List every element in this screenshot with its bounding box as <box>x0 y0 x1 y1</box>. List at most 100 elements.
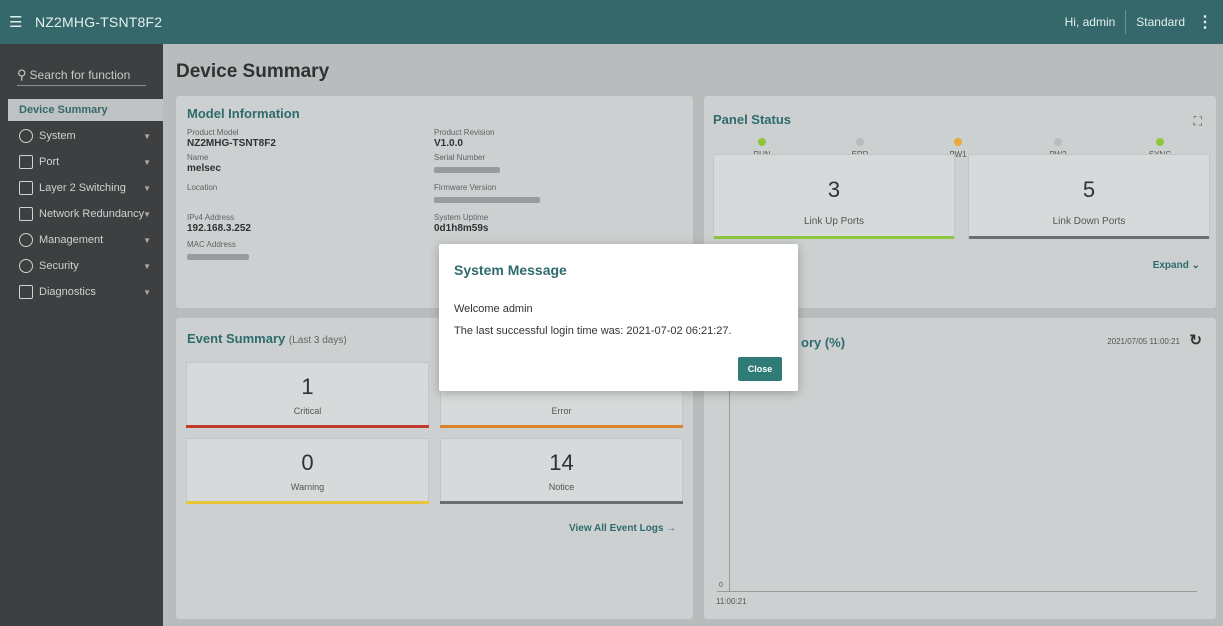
chevron-down-icon: ⌄ <box>1191 260 1200 271</box>
field-value: V1.0.0 <box>434 138 463 149</box>
led-indicator <box>954 138 962 146</box>
page-title: Device Summary <box>176 61 330 82</box>
firmware-version-field: Firmware Version <box>434 183 540 206</box>
fullscreen-icon[interactable]: ⛶ <box>1194 114 1202 129</box>
card-title: ory (%) <box>801 335 846 350</box>
event-critical-box[interactable]: 1 Critical <box>186 362 429 428</box>
link-up-label: Link Up Ports <box>803 216 865 227</box>
top-bar-right: Hi, admin Standard ⋮ <box>1055 0 1217 44</box>
sidebar-item-diagnostics[interactable]: Diagnostics ▼ <box>0 279 163 305</box>
field-value: melsec <box>187 163 221 174</box>
switch-icon <box>19 181 33 195</box>
search-input[interactable]: ⚲ Search for function <box>17 64 146 86</box>
field-label: System Uptime <box>434 213 489 222</box>
led-indicator <box>1054 138 1062 146</box>
sidebar-item-security[interactable]: Security ▼ <box>0 253 163 279</box>
chart-y-axis <box>729 356 730 591</box>
field-label: Product Revision <box>434 128 495 137</box>
expand-label: Expand <box>1152 260 1189 271</box>
event-label: Notice <box>548 482 575 492</box>
dialog-welcome-text: Welcome admin <box>454 303 533 315</box>
error-bar <box>440 425 683 428</box>
warning-bar <box>186 501 429 504</box>
more-options-icon[interactable]: ⋮ <box>1193 12 1217 32</box>
sidebar-item-label: Security <box>39 260 79 272</box>
mode-selector[interactable]: Standard <box>1126 15 1193 29</box>
chevron-down-icon: ▼ <box>143 131 151 141</box>
field-label: Location <box>187 183 218 192</box>
link-up-count: 3 <box>827 177 841 202</box>
sidebar-item-management[interactable]: Management ▼ <box>0 227 163 253</box>
sidebar-item-system[interactable]: System ▼ <box>0 123 163 149</box>
sidebar-item-device-summary[interactable]: Device Summary <box>8 99 163 121</box>
security-icon <box>19 259 33 273</box>
x-axis-tick-label: 11:00:21 <box>716 597 747 606</box>
product-revision-field: Product Revision V1.0.0 <box>434 128 494 149</box>
led-indicator <box>758 138 766 146</box>
link-up-ports-box[interactable]: 3 Link Up Ports <box>713 154 955 239</box>
link-down-count: 5 <box>1082 177 1096 202</box>
management-icon <box>19 233 33 247</box>
view-all-event-logs-link[interactable]: View All Event Logs → <box>569 523 676 534</box>
field-label: Product Model <box>187 128 239 137</box>
hamburger-menu-icon[interactable]: ☰ <box>9 13 35 31</box>
chart-x-axis <box>717 591 1197 592</box>
top-bar: ☰ NZ2MHG-TSNT8F2 Hi, admin Standard ⋮ <box>0 0 1223 44</box>
notice-bar <box>440 501 683 504</box>
diagnostics-icon <box>19 285 33 299</box>
mac-field: MAC Address <box>187 240 249 263</box>
port-icon <box>19 155 33 169</box>
dialog-login-time-text: The last successful login time was: 2021… <box>454 325 732 337</box>
product-model-field: Product Model NZ2MHG-TSNT8F2 <box>187 128 276 149</box>
redundancy-icon <box>19 207 33 221</box>
event-notice-box[interactable]: 14 Notice <box>440 438 683 504</box>
expand-link[interactable]: Expand ⌄ <box>1153 260 1200 271</box>
y-axis-zero-label: 0 <box>719 582 723 589</box>
sidebar-item-label: Diagnostics <box>39 286 96 298</box>
event-summary-subtitle: (Last 3 days) <box>288 335 347 346</box>
link-up-bar <box>714 236 954 239</box>
location-field: Location <box>187 183 217 192</box>
ipv4-field: IPv4 Address 192.168.3.252 <box>187 213 251 234</box>
search-icon: ⚲ <box>17 66 27 82</box>
user-greeting[interactable]: Hi, admin <box>1055 15 1126 29</box>
sidebar-item-label: Network Redundancy <box>39 208 145 220</box>
event-summary-title: Event Summary <box>187 331 286 346</box>
event-count: 14 <box>549 450 574 475</box>
redacted-value <box>187 254 249 260</box>
link-down-bar <box>969 236 1209 239</box>
sidebar-item-layer2-switching[interactable]: Layer 2 Switching ▼ <box>0 175 163 201</box>
field-label: Name <box>187 153 209 162</box>
serial-number-field: Serial Number <box>434 153 500 176</box>
event-count: 0 <box>301 450 314 475</box>
search-placeholder: Search for function <box>29 67 131 82</box>
sidebar-item-network-redundancy[interactable]: Network Redundancy ▼ <box>0 201 163 227</box>
field-value: 192.168.3.252 <box>187 223 251 234</box>
card-title: Event Summary (Last 3 days) <box>187 331 347 346</box>
sidebar-item-port[interactable]: Port ▼ <box>0 149 163 175</box>
event-warning-box[interactable]: 0 Warning <box>186 438 429 504</box>
event-count: 1 <box>301 374 314 399</box>
chevron-down-icon: ▼ <box>143 157 151 167</box>
redacted-value <box>434 167 500 173</box>
field-label: Firmware Version <box>434 183 497 192</box>
sidebar-item-label: System <box>39 130 76 142</box>
led-indicator <box>856 138 864 146</box>
event-label: Critical <box>293 406 322 416</box>
chevron-down-icon: ▼ <box>143 183 151 193</box>
close-button[interactable]: Close <box>738 357 782 381</box>
critical-bar <box>186 425 429 428</box>
device-name: NZ2MHG-TSNT8F2 <box>35 14 163 30</box>
gear-icon <box>19 129 33 143</box>
event-label: Error <box>551 406 572 416</box>
field-label: MAC Address <box>187 240 236 249</box>
chart-timestamp: 2021/07/05 11:00:21 <box>1107 337 1180 346</box>
link-down-ports-box[interactable]: 5 Link Down Ports <box>968 154 1210 239</box>
led-indicator <box>1156 138 1164 146</box>
refresh-icon[interactable]: ↻ <box>1189 331 1202 349</box>
chevron-down-icon: ▼ <box>143 209 151 219</box>
system-message-dialog: System Message Welcome admin The last su… <box>439 244 798 391</box>
chevron-down-icon: ▼ <box>143 261 151 271</box>
name-field: Name melsec <box>187 153 221 174</box>
dialog-title: System Message <box>454 262 567 278</box>
